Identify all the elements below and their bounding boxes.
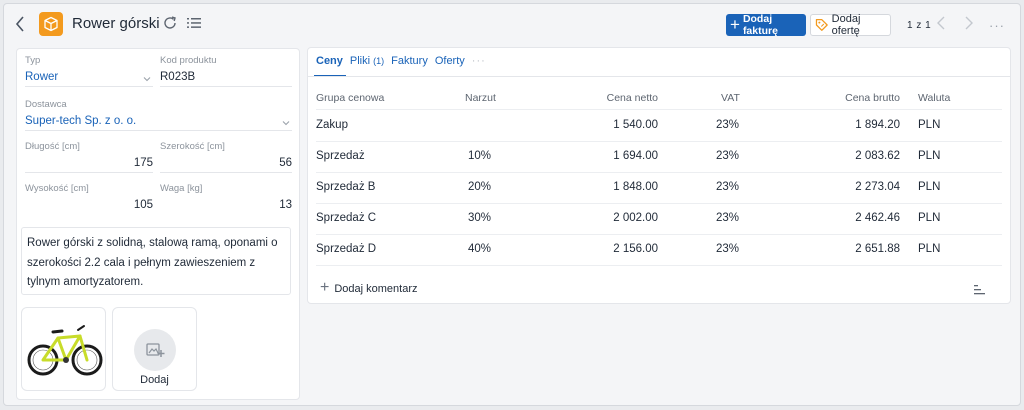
column-header-net-price: Cena netto [606, 92, 658, 104]
add-invoice-label: Dodaj fakturę [742, 13, 778, 37]
refresh-icon [164, 16, 176, 29]
add-image-icon [134, 329, 176, 371]
tab-offers[interactable]: Oferty [435, 55, 465, 67]
type-label: Typ [25, 55, 41, 66]
tab-files[interactable]: Pliki (1) [350, 55, 384, 67]
height-label: Wysokość [cm] [25, 183, 89, 194]
prev-page-button[interactable] [936, 15, 950, 35]
more-tabs-button[interactable]: ··· [472, 55, 486, 67]
weight-value: 13 [279, 199, 292, 211]
add-comment-label: Dodaj komentarz [334, 283, 418, 295]
back-button[interactable] [12, 14, 28, 34]
next-page-button[interactable] [964, 15, 978, 35]
list-view-button[interactable] [186, 15, 204, 33]
refresh-button[interactable] [162, 15, 180, 33]
weight-label: Waga [kg] [160, 183, 203, 194]
table-row[interactable]: Sprzedaż D 40% 2 156.00 23% 2 651.88 PLN [308, 234, 1002, 265]
list-icon [187, 18, 201, 28]
product-image[interactable] [21, 307, 106, 391]
column-header-gross-price: Cena brutto [845, 92, 900, 104]
column-header-markup: Narzut [465, 92, 496, 104]
chevron-down-icon [143, 77, 151, 82]
add-image-label: Dodaj [140, 374, 169, 386]
table-row[interactable]: Sprzedaż B 20% 1 848.00 23% 2 273.04 PLN [308, 172, 1002, 203]
width-label: Szerokość [cm] [160, 141, 225, 152]
tab-invoices[interactable]: Faktury [391, 55, 428, 67]
plus-icon: + [320, 279, 330, 296]
chevron-left-icon [15, 16, 24, 32]
product-window: Rower górski + Dodaj fakturę Dodaj ofert… [3, 3, 1021, 406]
tag-icon [815, 19, 828, 31]
chevron-down-icon [282, 121, 290, 126]
add-comment-button[interactable]: + Dodaj komentarz [320, 279, 418, 296]
tab-bar: Ceny Pliki (1) Faktury Oferty ··· [316, 55, 486, 67]
bicycle-image [27, 325, 103, 376]
column-header-vat: VAT [721, 92, 740, 104]
product-details-panel: Typ Rower Kod produktu R023B Dostawca Su… [16, 48, 300, 400]
chevron-right-icon [965, 16, 973, 30]
add-invoice-button[interactable]: + Dodaj fakturę [726, 13, 806, 37]
column-header-price-group: Grupa cenowa [316, 92, 385, 104]
tab-prices[interactable]: Ceny [316, 55, 343, 67]
package-icon [39, 12, 63, 36]
add-image-button[interactable]: Dodaj [112, 307, 197, 391]
prices-panel: Ceny Pliki (1) Faktury Oferty ··· Grupa … [307, 47, 1011, 304]
length-value: 175 [133, 157, 153, 169]
add-offer-label: Dodaj ofertę [831, 13, 861, 37]
product-code-label: Kod produktu [160, 55, 217, 66]
header-bar: Rower górski + Dodaj fakturę Dodaj ofert… [4, 4, 1020, 44]
supplier-value: Super-tech Sp. z o. o. [25, 115, 137, 127]
length-label: Długość [cm] [25, 141, 80, 152]
supplier-label: Dostawca [25, 99, 67, 110]
table-row[interactable]: Sprzedaż C 30% 2 002.00 23% 2 462.46 PLN [308, 203, 1002, 234]
more-options-button[interactable]: ··· [989, 18, 1005, 33]
table-row[interactable]: Sprzedaż 10% 1 694.00 23% 2 083.62 PLN [308, 141, 1002, 172]
pager-text: 1 z 1 [907, 20, 932, 31]
column-header-currency: Waluta [918, 92, 951, 104]
type-value: Rower [25, 71, 59, 83]
page-title: Rower górski [72, 15, 160, 32]
table-row[interactable]: Zakup 1 540.00 23% 1 894.20 PLN [308, 110, 1002, 141]
chevron-left-icon [937, 16, 945, 30]
height-value: 105 [133, 199, 153, 211]
product-code-value: R023B [160, 71, 196, 83]
width-value: 56 [279, 157, 292, 169]
description-field[interactable]: Rower górski z solidną, stalową ramą, op… [21, 227, 291, 295]
sort-icon[interactable] [973, 284, 987, 296]
plus-icon: + [730, 14, 740, 34]
add-offer-button[interactable]: Dodaj ofertę [810, 13, 891, 37]
